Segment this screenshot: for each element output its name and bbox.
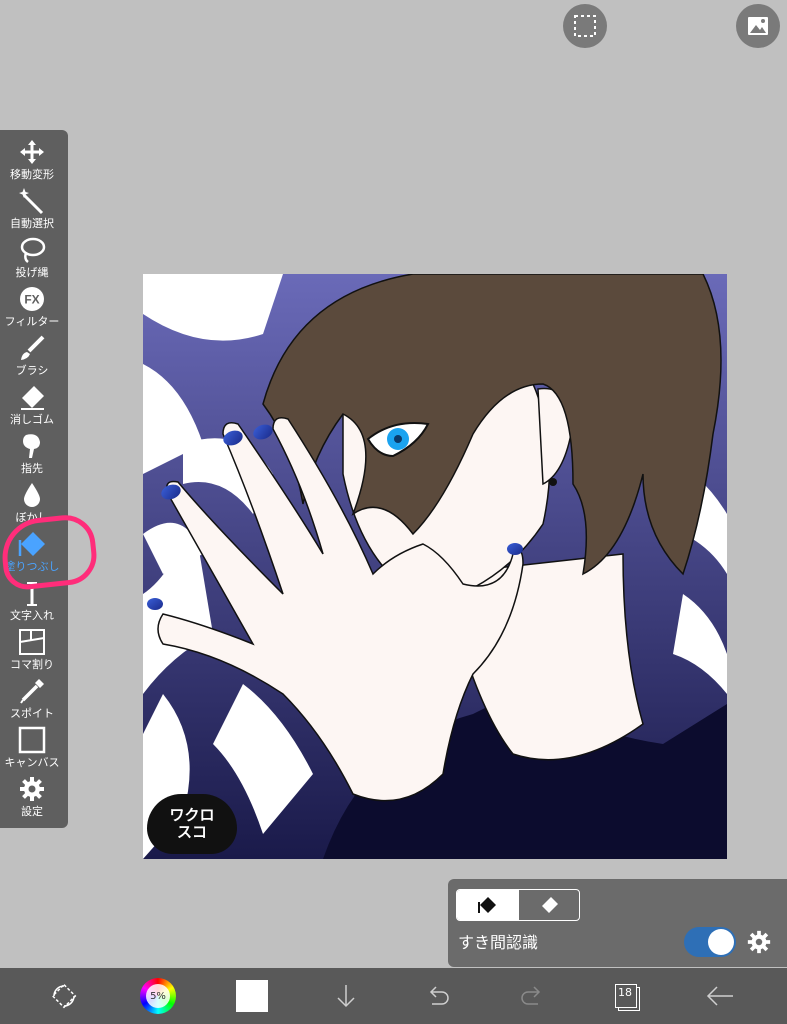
layer-count: 18 xyxy=(618,986,632,999)
tool-label: コマ割り xyxy=(10,658,54,671)
tool-label: フィルター xyxy=(4,315,60,328)
layers-button[interactable]: 18 xyxy=(606,968,646,1024)
tool-label: キャンバス xyxy=(4,756,60,769)
fill-bucket-icon xyxy=(478,897,497,913)
tool-magic-wand[interactable]: 自動選択 xyxy=(0,185,64,233)
smudge-icon xyxy=(23,434,40,458)
undo-icon xyxy=(429,986,449,1005)
tool-label: 移動変形 xyxy=(10,168,54,181)
color-wheel-button[interactable]: 5% xyxy=(138,968,178,1024)
fill-mode-button[interactable] xyxy=(457,890,518,920)
canvas-icon xyxy=(18,726,46,754)
layers-icon: 18 xyxy=(613,983,640,1011)
selection-button[interactable] xyxy=(563,4,607,48)
tool-sidebar: 移動変形 自動選択 投げ縄 FX フィルター ブラシ 消しゴム 指先 ぼかし 塗… xyxy=(0,130,68,828)
tool-label: 自動選択 xyxy=(10,217,54,230)
brush-size-percent: 5% xyxy=(146,984,170,1008)
eraser-icon xyxy=(541,897,558,913)
tool-label: 投げ縄 xyxy=(15,266,49,279)
tool-label: ブラシ xyxy=(15,364,49,377)
bottom-toolbar: 5% 18 xyxy=(0,968,787,1024)
back-button[interactable] xyxy=(700,968,740,1024)
tool-label: 指先 xyxy=(21,462,43,475)
drawing-canvas[interactable]: ワクロ スコ xyxy=(143,274,727,859)
tool-lasso[interactable]: 投げ縄 xyxy=(0,234,64,282)
gear-icon xyxy=(20,777,44,801)
gap-detection-label: すき間認識 xyxy=(458,933,539,952)
undo-button[interactable] xyxy=(418,968,458,1024)
tool-label: 消しゴム xyxy=(10,413,54,426)
toggle-knob xyxy=(708,929,734,955)
download-button[interactable] xyxy=(326,968,366,1024)
signature-stamp: ワクロ スコ xyxy=(147,794,237,854)
svg-text:FX: FX xyxy=(24,293,39,307)
tool-settings[interactable]: 設定 xyxy=(0,773,64,821)
tool-eyedropper[interactable]: スポイト xyxy=(0,675,64,723)
tool-eraser[interactable]: 消しゴム xyxy=(0,381,64,429)
tool-frame[interactable]: コマ割り xyxy=(0,626,64,674)
tool-filter[interactable]: FX フィルター xyxy=(0,283,64,331)
fx-icon: FX xyxy=(20,287,44,311)
fill-mode-segment xyxy=(456,889,580,921)
lasso-icon xyxy=(20,237,46,263)
current-color-button[interactable] xyxy=(232,968,272,1024)
transform-icon xyxy=(51,983,77,1009)
tool-move[interactable]: 移動変形 xyxy=(0,136,64,184)
tool-smudge[interactable]: 指先 xyxy=(0,430,64,478)
signature-text: ワクロ スコ xyxy=(169,806,215,841)
gallery-button[interactable] xyxy=(736,4,780,48)
erase-mode-button[interactable] xyxy=(517,890,580,920)
brush-icon xyxy=(21,335,45,360)
image-icon xyxy=(748,17,768,35)
tool-label: 文字入れ xyxy=(10,609,54,622)
eyedropper-icon xyxy=(20,679,44,704)
tool-label: 設定 xyxy=(21,805,43,818)
redo-icon xyxy=(521,986,541,1005)
magic-wand-icon xyxy=(19,188,44,215)
redo-button[interactable] xyxy=(512,968,552,1024)
color-swatch xyxy=(236,980,268,1012)
artwork-illustration xyxy=(143,274,727,859)
fill-options-panel: すき間認識 xyxy=(448,879,787,967)
move-arrows-icon xyxy=(20,140,44,164)
tool-canvas[interactable]: キャンバス xyxy=(0,724,64,772)
frame-divider-icon xyxy=(19,629,45,655)
tool-label: スポイト xyxy=(10,707,54,720)
fill-settings-button[interactable] xyxy=(746,929,772,959)
download-icon xyxy=(337,985,355,1008)
gear-icon xyxy=(747,930,771,954)
gap-detection-toggle[interactable] xyxy=(684,927,736,957)
blur-drop-icon xyxy=(24,483,40,507)
color-wheel-icon: 5% xyxy=(140,978,176,1014)
dashed-selection-icon xyxy=(574,15,596,37)
back-arrow-icon xyxy=(706,986,733,1006)
eraser-icon xyxy=(21,386,44,410)
tool-brush[interactable]: ブラシ xyxy=(0,332,64,380)
transform-button[interactable] xyxy=(44,968,84,1024)
